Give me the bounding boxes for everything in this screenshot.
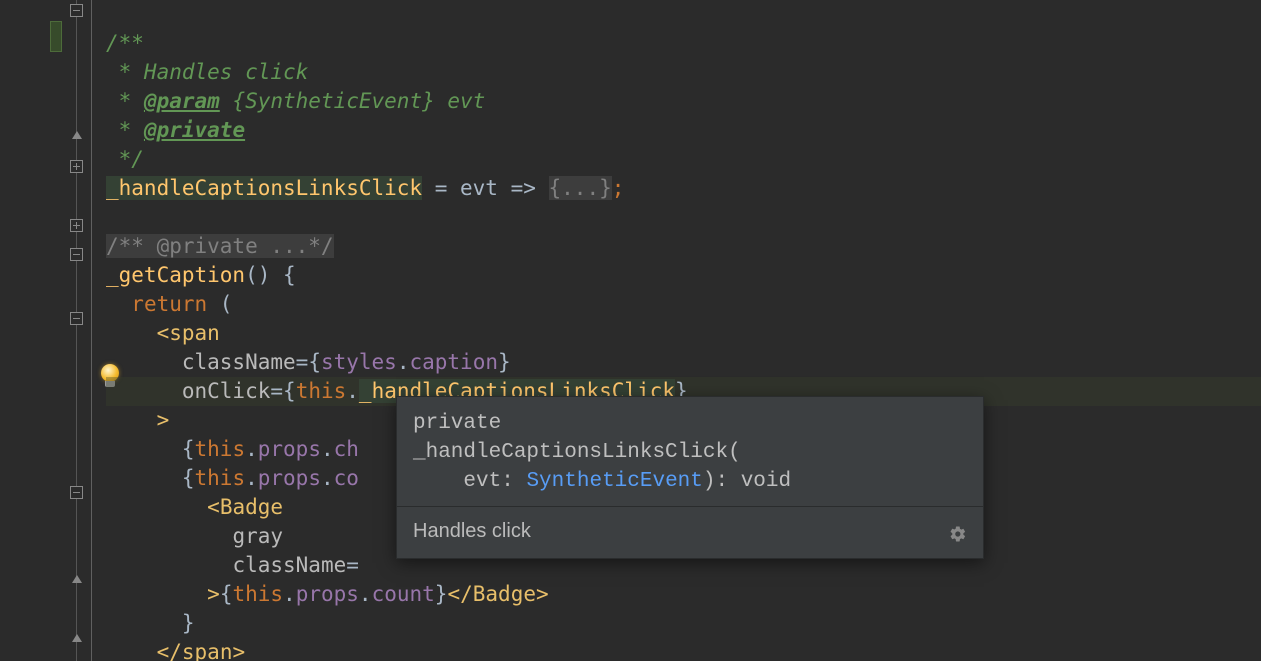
folded-block[interactable]: {...} <box>549 176 612 200</box>
fold-toggle[interactable] <box>70 312 83 325</box>
fold-end-marker[interactable] <box>70 573 83 586</box>
fold-expand[interactable] <box>70 219 83 232</box>
doc-comment-line: /** <box>106 31 144 55</box>
tooltip-description: Handles click <box>413 517 531 546</box>
doc-comment-line: */ <box>106 147 144 171</box>
code-line: </span> <box>106 640 245 661</box>
fold-end-marker[interactable] <box>70 129 83 142</box>
fold-toggle[interactable] <box>70 4 83 17</box>
quick-documentation-popup[interactable]: private _handleCaptionsLinksClick( evt: … <box>396 396 984 559</box>
code-line: <span <box>106 321 220 345</box>
vcs-change-marker[interactable] <box>50 21 62 52</box>
doc-comment-line: * @private <box>106 118 245 142</box>
fold-toggle[interactable] <box>70 248 83 261</box>
fold-expand[interactable] <box>70 160 83 173</box>
method-declaration: _handleCaptionsLinksClick = evt => {...}… <box>106 176 624 200</box>
fold-end-marker[interactable] <box>70 632 83 645</box>
code-line: {this.props.ch <box>106 437 359 461</box>
doc-comment-line: * Handles click <box>106 60 308 84</box>
code-line: >{this.props.count}</Badge> <box>106 582 549 606</box>
doc-comment-line: * @param {SyntheticEvent} evt <box>106 89 485 113</box>
code-line: <Badge <box>106 495 283 519</box>
code-line: } <box>106 611 195 635</box>
fold-toggle[interactable] <box>70 486 83 499</box>
gear-icon[interactable] <box>949 523 967 541</box>
code-line: return ( <box>106 292 232 316</box>
method-declaration: _getCaption() { <box>106 263 296 287</box>
code-line: className={styles.caption} <box>106 350 511 374</box>
tooltip-signature: private _handleCaptionsLinksClick( evt: … <box>397 397 983 506</box>
fold-guide-line <box>76 0 77 661</box>
code-line: className= <box>106 553 359 577</box>
code-line: > <box>106 408 169 432</box>
code-line: gray <box>106 524 283 548</box>
editor-gutter[interactable] <box>0 0 92 661</box>
folded-doc-comment[interactable]: /** @private ...*/ <box>106 234 334 258</box>
code-editor-content[interactable]: /** * Handles click * @param {SyntheticE… <box>106 0 1261 661</box>
code-line: {this.props.co <box>106 466 359 490</box>
